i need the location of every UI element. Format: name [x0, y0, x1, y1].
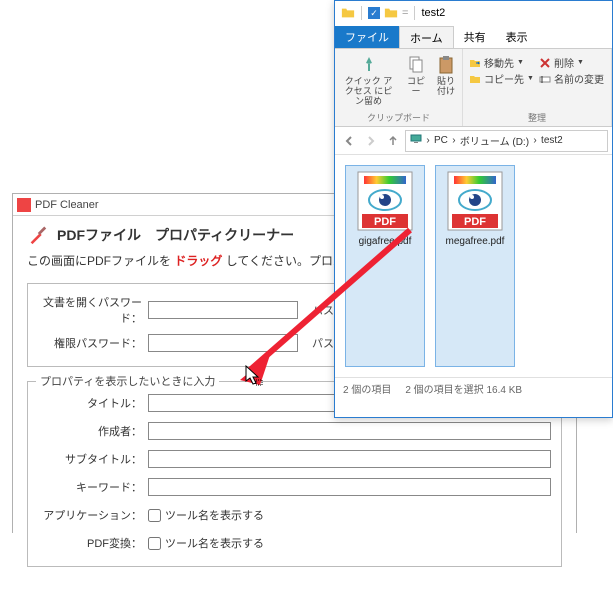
perm-password-label: 権限パスワード：: [38, 335, 148, 351]
application-cb-label: ツール名を表示する: [165, 507, 264, 523]
rename-button[interactable]: 名前の変更: [539, 71, 604, 86]
select-all-checkbox-icon[interactable]: ✓: [368, 7, 380, 19]
subtitle-input[interactable]: [148, 450, 551, 468]
breadcrumb-pc[interactable]: PC: [434, 135, 448, 146]
application-label: アプリケーション：: [38, 507, 148, 523]
chevron-right-icon[interactable]: ›: [532, 136, 538, 146]
tab-share[interactable]: 共有: [454, 26, 496, 48]
explorer-window: ✓ = test2 ファイル ホーム 共有 表示 クイック アクセス にピン留め…: [334, 0, 613, 418]
explorer-title: test2: [421, 7, 445, 19]
pin-icon: [359, 55, 379, 75]
status-count: 2 個の項目: [343, 381, 391, 396]
subtitle-label: サブタイトル：: [38, 451, 148, 467]
pdf-title: PDF Cleaner: [35, 199, 99, 211]
move-icon: [469, 57, 481, 69]
explorer-titlebar[interactable]: ✓ = test2: [335, 1, 612, 25]
paste-button[interactable]: 貼り付け: [432, 53, 460, 99]
nav-forward-button[interactable]: [361, 131, 381, 151]
status-selection: 2 個の項目を選択 16.4 KB: [405, 381, 522, 396]
pc-icon: [410, 133, 422, 148]
broom-icon: [27, 224, 49, 246]
pdfconv-cb-label: ツール名を表示する: [165, 535, 264, 551]
tab-home[interactable]: ホーム: [399, 26, 454, 48]
pin-button[interactable]: クイック アクセス にピン留め: [337, 53, 400, 109]
folder-icon: [341, 6, 355, 20]
chevron-right-icon[interactable]: ›: [425, 136, 431, 146]
application-checkbox[interactable]: [148, 509, 161, 522]
open-password-input[interactable]: [148, 301, 298, 319]
author-label: 作成者：: [38, 423, 148, 439]
keyword-label: キーワード：: [38, 479, 148, 495]
copy-button[interactable]: コピー: [402, 53, 430, 99]
breadcrumb-volume[interactable]: ボリューム (D:): [460, 133, 529, 148]
explorer-content[interactable]: PDF gigafree.pdf PDF megafree.pdf: [335, 155, 612, 377]
file-name: gigafree.pdf: [359, 236, 412, 247]
delete-button[interactable]: 削除▼: [539, 55, 604, 70]
explorer-statusbar: 2 個の項目 2 個の項目を選択 16.4 KB: [335, 377, 612, 399]
ribbon-group-clipboard: クリップボード: [337, 109, 460, 124]
file-item[interactable]: PDF megafree.pdf: [435, 165, 515, 367]
tab-file[interactable]: ファイル: [335, 26, 399, 48]
pdfconv-checkbox[interactable]: [148, 537, 161, 550]
copy-icon: [406, 55, 426, 75]
svg-text:PDF: PDF: [464, 216, 486, 228]
title-label: タイトル：: [38, 395, 148, 411]
breadcrumb-folder[interactable]: test2: [541, 135, 563, 146]
folder-icon: [384, 6, 398, 20]
open-password-label: 文書を開くパスワード：: [38, 294, 148, 326]
nav-back-button[interactable]: [339, 131, 359, 151]
file-item[interactable]: PDF gigafree.pdf: [345, 165, 425, 367]
svg-text:PDF: PDF: [374, 216, 396, 228]
file-name: megafree.pdf: [446, 236, 505, 247]
property-group-label: プロパティを表示したいときに入力: [36, 373, 219, 389]
pdf-app-icon: [17, 198, 31, 212]
address-box[interactable]: › PC › ボリューム (D:) › test2: [405, 130, 608, 152]
pdf-file-icon: PDF: [446, 170, 504, 232]
pdfconv-label: PDF変換：: [38, 535, 148, 551]
author-input[interactable]: [148, 422, 551, 440]
delete-icon: [539, 57, 551, 69]
explorer-tabs: ファイル ホーム 共有 表示: [335, 25, 612, 49]
perm-password-input[interactable]: [148, 334, 298, 352]
paste-icon: [436, 55, 456, 75]
explorer-address-bar: › PC › ボリューム (D:) › test2: [335, 127, 612, 155]
pdf-heading: PDFファイル プロパティクリーナー: [57, 225, 294, 245]
copy-to-icon: [469, 73, 481, 85]
rename-icon: [539, 73, 551, 85]
nav-up-button[interactable]: [383, 131, 403, 151]
explorer-ribbon: クイック アクセス にピン留め コピー 貼り付け クリップボード 移動先▼: [335, 49, 612, 127]
tab-view[interactable]: 表示: [496, 26, 538, 48]
keyword-input[interactable]: [148, 478, 551, 496]
pdf-file-icon: PDF: [356, 170, 414, 232]
chevron-right-icon[interactable]: ›: [451, 136, 457, 146]
ribbon-group-organize: 整理: [465, 109, 609, 124]
